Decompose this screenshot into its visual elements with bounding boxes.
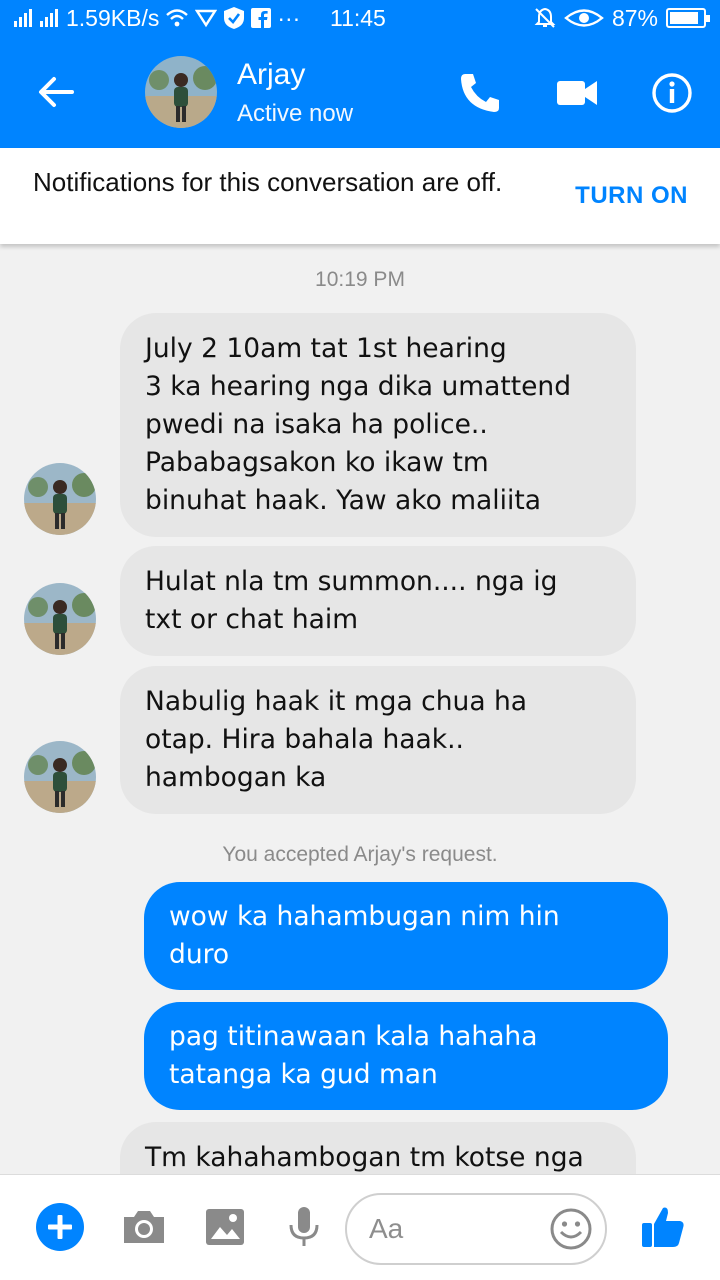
camera-icon[interactable] (119, 1202, 169, 1252)
outgoing-message[interactable]: pag titinawaan kala hahaha tatanga ka gu… (144, 1002, 668, 1110)
battery-icon (666, 8, 710, 28)
video-camera-icon[interactable] (553, 68, 603, 118)
message-line: otap. Hira bahala haak.. (145, 724, 464, 755)
network-speed: 1.59KB/s (66, 4, 160, 31)
message-line: Hulat nla tm summon.... nga ig (145, 566, 558, 597)
mute-bell-icon (534, 7, 556, 28)
conversation-header: Arjay Active now (0, 36, 720, 148)
message-line: duro (169, 939, 230, 970)
microphone-icon[interactable] (279, 1202, 329, 1252)
contact-name: Arjay (237, 58, 306, 91)
avatar-photo (24, 583, 96, 655)
notifications-banner: Notifications for this conversation are … (0, 148, 720, 244)
message-input-box[interactable] (345, 1193, 607, 1265)
message-line: wow ka hahambugan nim hin (169, 901, 560, 932)
turn-on-button[interactable]: TURN ON (575, 182, 688, 210)
active-status: Active now (237, 100, 354, 127)
wifi-icon (166, 9, 189, 27)
image-icon[interactable] (200, 1202, 250, 1252)
sender-avatar[interactable] (24, 583, 96, 655)
message-line: July 2 10am tat 1st hearing (145, 333, 507, 364)
incoming-message[interactable]: July 2 10am tat 1st hearing 3 ka hearing… (120, 313, 636, 537)
facebook-icon (251, 8, 272, 28)
avatar-photo (145, 56, 217, 128)
message-line: hambogan ka (145, 762, 327, 793)
message-line: pwedi na isaka ha police.. (145, 409, 488, 440)
contact-avatar[interactable] (145, 56, 217, 128)
direct-share-icon (195, 9, 218, 28)
notifications-off-text: Notifications for this conversation are … (33, 167, 503, 197)
message-line: pag titinawaan kala hahaha (169, 1021, 538, 1052)
battery-percent: 87% (611, 4, 658, 31)
avatar-photo (24, 741, 96, 813)
message-line: Nabulig haak it mga chua ha (145, 686, 528, 717)
outgoing-message[interactable]: wow ka hahambugan nim hin duro (144, 882, 668, 990)
incoming-message[interactable]: Nabulig haak it mga chua ha otap. Hira b… (120, 666, 636, 814)
message-input[interactable] (369, 1209, 529, 1249)
message-composer (0, 1174, 720, 1280)
avatar-photo (24, 463, 96, 535)
phone-icon[interactable] (455, 68, 505, 118)
signal-icon (40, 9, 58, 27)
sender-avatar[interactable] (24, 741, 96, 813)
message-line: Tm kahahambogan tm kotse nga (145, 1142, 584, 1173)
thumbs-up-icon[interactable] (638, 1202, 688, 1252)
eye-icon (564, 9, 604, 27)
message-line: 3 ka hearing nga dika umattend (145, 371, 572, 402)
shield-icon (224, 7, 245, 29)
incoming-message[interactable]: Hulat nla tm summon.... nga ig txt or ch… (120, 546, 636, 656)
info-icon[interactable] (647, 68, 697, 118)
clock: 11:45 (330, 4, 386, 31)
status-bar: 1.59KB/s ··· 11:45 87% (0, 0, 720, 36)
plus-icon[interactable] (35, 1202, 85, 1252)
message-line: txt or chat haim (145, 604, 359, 635)
sender-avatar[interactable] (24, 463, 96, 535)
message-line: binuhat haak. Yaw ako maliita (145, 485, 542, 516)
message-line: Pababagsakon ko ikaw tm (145, 447, 489, 478)
signal-icon (14, 9, 32, 27)
more-notifications: ··· (277, 4, 301, 31)
message-timestamp: 10:19 PM (315, 268, 405, 291)
back-arrow-icon[interactable] (36, 72, 76, 112)
message-line: tatanga ka gud man (169, 1059, 438, 1090)
system-notice: You accepted Arjay's request. (222, 843, 498, 866)
emoji-icon[interactable] (549, 1207, 593, 1251)
